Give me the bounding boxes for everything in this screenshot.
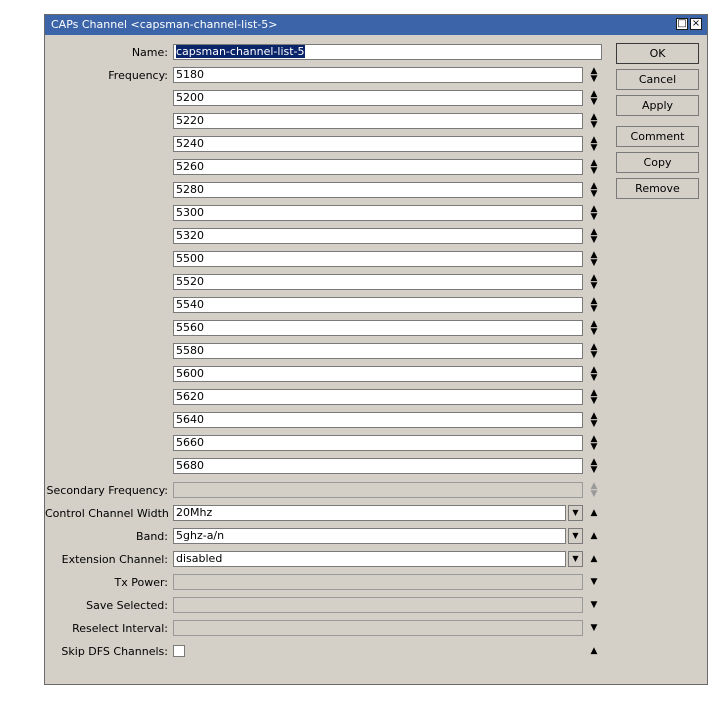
tx-power-input [173,574,583,590]
frequency-spin-icon[interactable]: ▲ ▼ [587,228,601,245]
frequency-spin-icon[interactable]: ▲ ▼ [587,366,601,383]
skip-dfs-channels-checkbox[interactable] [173,645,185,657]
control-channel-width-dropdown-icon[interactable]: ▼ [568,505,583,521]
apply-button[interactable]: Apply [616,95,699,116]
frequency-input[interactable]: 5660 [173,435,583,451]
window-title: CAPs Channel <capsman-channel-list-5> [51,18,278,31]
copy-button[interactable]: Copy [616,152,699,173]
reselect-interval-input [173,620,583,636]
extension-channel-label: Extension Channel: [61,553,168,566]
frequency-input[interactable]: 5580 [173,343,583,359]
frequency-spin-icon[interactable]: ▲ ▼ [587,412,601,429]
band-dropdown-icon[interactable]: ▼ [568,528,583,544]
frequency-input[interactable]: 5240 [173,136,583,152]
band-collapse-icon[interactable]: ▲ [587,528,601,544]
remove-button[interactable]: Remove [616,178,699,199]
frequency-input[interactable]: 5600 [173,366,583,382]
save-selected-label: Save Selected: [86,599,168,612]
title-bar[interactable]: CAPs Channel <capsman-channel-list-5> □ … [45,15,707,35]
frequency-spin-icon[interactable]: ▲ ▼ [587,90,601,107]
frequency-spin-icon[interactable]: ▲ ▼ [587,297,601,314]
frequency-spin-icon[interactable]: ▲ ▼ [587,67,601,84]
cancel-button[interactable]: Cancel [616,69,699,90]
frequency-input[interactable]: 5200 [173,90,583,106]
name-value: capsman-channel-list-5 [176,45,305,58]
reselect-interval-expand-icon[interactable]: ▼ [587,620,601,636]
frequency-label: Frequency: [108,69,168,82]
frequency-spin-icon[interactable]: ▲ ▼ [587,182,601,199]
frequency-spin-icon[interactable]: ▲ ▼ [587,205,601,222]
secondary-frequency-input [173,482,583,498]
reselect-interval-label: Reselect Interval: [72,622,168,635]
frequency-input[interactable]: 5260 [173,159,583,175]
control-channel-width-label: Control Channel Width [45,507,169,520]
band-select[interactable]: 5ghz-a/n [173,528,566,544]
frequency-input[interactable]: 5620 [173,389,583,405]
name-label: Name: [131,46,168,59]
frequency-spin-icon[interactable]: ▲ ▼ [587,343,601,360]
tx-power-expand-icon[interactable]: ▼ [587,574,601,590]
frequency-input[interactable]: 5540 [173,297,583,313]
frequency-spin-icon[interactable]: ▲ ▼ [587,159,601,176]
frequency-input[interactable]: 5640 [173,412,583,428]
skip-dfs-channels-collapse-icon[interactable]: ▲ [587,643,601,659]
frequency-input[interactable]: 5320 [173,228,583,244]
secondary-frequency-spin-icon: ▲ ▼ [590,481,598,499]
comment-button[interactable]: Comment [616,126,699,147]
frequency-spin-icon[interactable]: ▲ ▼ [587,251,601,268]
control-channel-width-select[interactable]: 20Mhz [173,505,566,521]
name-input[interactable]: capsman-channel-list-5 [173,44,602,60]
frequency-input[interactable]: 5220 [173,113,583,129]
frequency-input[interactable]: 5680 [173,458,583,474]
band-label: Band: [136,530,168,543]
frequency-spin-icon[interactable]: ▲ ▼ [587,458,601,475]
frequency-input[interactable]: 5180 [173,67,583,83]
extension-channel-select[interactable]: disabled [173,551,566,567]
frequency-spin-icon[interactable]: ▲ ▼ [587,435,601,452]
save-selected-input [173,597,583,613]
skip-dfs-channels-label: Skip DFS Channels: [61,645,168,658]
frequency-input[interactable]: 5520 [173,274,583,290]
extension-channel-collapse-icon[interactable]: ▲ [587,551,601,567]
frequency-spin-icon[interactable]: ▲ ▼ [587,389,601,406]
frequency-input[interactable]: 5300 [173,205,583,221]
frequency-spin-icon[interactable]: ▲ ▼ [587,274,601,291]
frequency-spin-icon[interactable]: ▲ ▼ [587,113,601,130]
save-selected-expand-icon[interactable]: ▼ [587,597,601,613]
maximize-icon[interactable]: □ [676,18,688,30]
caps-channel-window: CAPs Channel <capsman-channel-list-5> □ … [44,14,708,685]
ok-button[interactable]: OK [616,43,699,64]
tx-power-label: Tx Power: [114,576,169,589]
frequency-input[interactable]: 5280 [173,182,583,198]
control-channel-width-collapse-icon[interactable]: ▲ [587,505,601,521]
frequency-input[interactable]: 5500 [173,251,583,267]
frequency-spin-icon[interactable]: ▲ ▼ [587,320,601,337]
extension-channel-dropdown-icon[interactable]: ▼ [568,551,583,567]
secondary-frequency-label: Secondary Frequency: [46,484,168,497]
frequency-spin-icon[interactable]: ▲ ▼ [587,136,601,153]
frequency-input[interactable]: 5560 [173,320,583,336]
close-icon[interactable]: × [690,18,702,30]
